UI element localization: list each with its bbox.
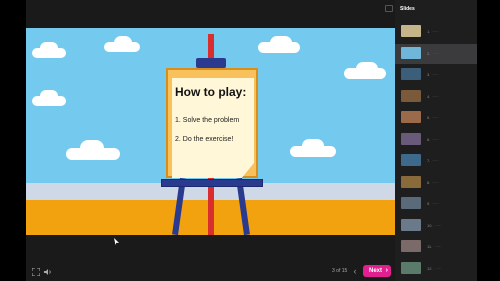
easel-top-clamp: [196, 58, 226, 68]
slide-thumbnail-label: ·····: [432, 93, 439, 99]
slide-number: 6.: [427, 136, 431, 142]
slide-number: 4.: [427, 93, 431, 99]
slide-thumbnail-image: [401, 46, 421, 59]
slide-thumbnail-item[interactable]: 10. ·····: [395, 216, 477, 236]
captions-icon[interactable]: [385, 5, 393, 12]
slide-thumbnail-label: ·····: [432, 136, 439, 142]
slide-thumbnail-label: ·····: [435, 244, 442, 249]
cloud-decoration: [114, 36, 132, 50]
slide-number: 5.: [427, 115, 431, 120]
instruction-step: 2. Do the exercise!: [175, 136, 234, 143]
window-edge: [477, 0, 500, 281]
cloud-decoration: [270, 36, 292, 50]
slide-thumbnail-item[interactable]: 1. ·····: [395, 22, 477, 42]
slide-player: How to play: 1. Solve the problem 2. Do …: [26, 0, 395, 281]
slide-thumbnail-item[interactable]: 3. ·····: [395, 65, 477, 85]
slide-thumbnail-item[interactable]: 7. ·····: [395, 151, 477, 171]
player-controls: [26, 235, 395, 281]
fullscreen-icon[interactable]: [32, 268, 40, 276]
slide-number: 7.: [427, 158, 431, 163]
slide-number: 8.: [427, 179, 431, 185]
next-button-label: Next: [369, 268, 383, 274]
app-window: How to play: 1. Solve the problem 2. Do …: [0, 0, 500, 281]
slide-thumbnail-image: [401, 197, 421, 209]
slide-stage: How to play: 1. Solve the problem 2. Do …: [26, 28, 395, 235]
slide-number: 2.: [427, 50, 431, 56]
player-topbar: [26, 0, 395, 28]
slide-thumbnail-item[interactable]: 9. ·····: [395, 194, 477, 214]
slide-thumbnail-label: ·····: [432, 50, 439, 56]
slide-thumbnail-image: [401, 68, 421, 80]
slide-thumbnail-label: ·····: [432, 72, 439, 77]
slide-thumbnail-label: ·····: [432, 179, 439, 185]
slide-title: How to play:: [175, 85, 247, 99]
slide-thumbnail-image: [401, 154, 421, 166]
slide-thumbnail-image: [401, 132, 421, 145]
cloud-decoration: [40, 42, 58, 54]
next-button[interactable]: Next ›: [363, 265, 391, 277]
slide-thumbnail-item[interactable]: 2. ·····: [395, 43, 477, 64]
slide-thumbnail-image: [401, 261, 421, 274]
slide-thumbnail-item[interactable]: 4. ·····: [395, 87, 477, 107]
slide-number: 3.: [427, 72, 431, 77]
slide-thumbnail-image: [401, 240, 421, 252]
slide-number: 1.: [427, 29, 431, 34]
previous-button[interactable]: ‹: [351, 266, 359, 276]
cloud-decoration: [302, 139, 324, 153]
speaker-icon[interactable]: [44, 268, 52, 276]
slide-thumbnail-image: [401, 175, 421, 188]
slide-thumbnail-image: [401, 218, 421, 231]
page-indicator: 3 of 15: [332, 268, 348, 274]
slide-thumbnail-label: ·····: [432, 158, 439, 163]
chevron-right-icon: ›: [385, 267, 388, 274]
slide-number: 12.: [427, 265, 433, 271]
slide-thumbnail-item[interactable]: 6. ·····: [395, 130, 477, 150]
slide-thumbnail-item[interactable]: 8. ·····: [395, 173, 477, 193]
slide-thumbnail-label: ·····: [432, 115, 439, 120]
slide-number: 10.: [427, 222, 433, 228]
slide-thumbnail-label: ·····: [435, 265, 442, 271]
instruction-step: 1. Solve the problem: [175, 117, 240, 124]
slide-thumbnail-image: [401, 111, 421, 123]
slide-thumbnail-label: ·····: [432, 29, 439, 34]
slide-number: 9.: [427, 201, 431, 206]
cloud-decoration: [40, 90, 58, 102]
sidebar-title: Slides: [400, 6, 415, 12]
slide-thumbnail-label: ·····: [432, 201, 439, 206]
slide-thumbnail-item[interactable]: 5. ·····: [395, 108, 477, 128]
cloud-decoration: [80, 140, 104, 156]
slide-thumbnail-item[interactable]: 11. ·····: [395, 237, 477, 257]
slide-thumbnail-image: [401, 25, 421, 37]
slide-thumbnail-image: [401, 89, 421, 102]
cloud-decoration: [356, 62, 378, 76]
slide-thumbnail-label: ·····: [435, 222, 442, 228]
easel-ledge: [161, 179, 263, 187]
slide-thumbnail-item[interactable]: 12. ·····: [395, 259, 477, 279]
slide-number: 11.: [427, 244, 433, 249]
slides-sidebar: Slides 1. ····· 2. ····· 3. ····· 4. ····· 5. ···…: [395, 0, 477, 281]
